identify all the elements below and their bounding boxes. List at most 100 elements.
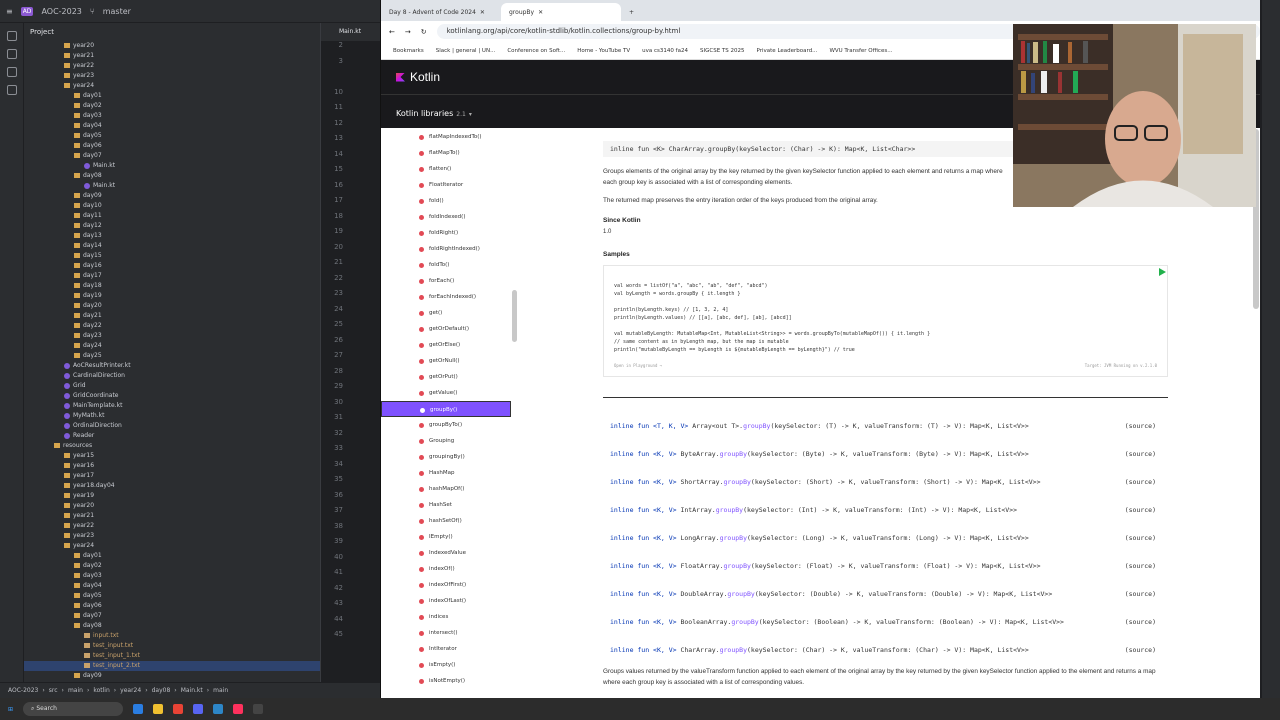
tree-item[interactable]: MyMath.kt (24, 411, 320, 421)
close-icon[interactable]: ✕ (538, 9, 543, 16)
breadcrumb-item[interactable]: main (213, 687, 228, 694)
sig-function-link[interactable]: groupBy (727, 590, 754, 598)
tree-item[interactable]: day16 (24, 261, 320, 271)
tree-item[interactable]: test_input.txt (24, 641, 320, 651)
nav-item[interactable]: forEachIndexed() (381, 289, 511, 305)
sig-function-link[interactable]: groupBy (720, 534, 747, 542)
tree-item[interactable]: Grid (24, 381, 320, 391)
browser-tab-aoc[interactable]: Day 8 - Advent of Code 2024 ✕ (381, 3, 501, 21)
back-icon[interactable]: ← (389, 28, 395, 36)
nav-item[interactable]: fold() (381, 193, 511, 209)
nav-item[interactable]: HashSet (381, 497, 511, 513)
tree-item[interactable]: input.txt (24, 631, 320, 641)
bookmark-item[interactable]: WVU Transfer Offices... (829, 48, 892, 54)
nav-item[interactable]: foldRightIndexed() (381, 241, 511, 257)
tree-item[interactable]: AoCResultPrinter.kt (24, 361, 320, 371)
tree-item[interactable]: day01 (24, 91, 320, 101)
tree-item[interactable]: year15 (24, 451, 320, 461)
nav-item[interactable]: IntIterator (381, 641, 511, 657)
source-link[interactable]: (source) (1125, 478, 1156, 486)
project-name[interactable]: AOC-2023 (41, 7, 81, 16)
tree-item[interactable]: day11 (24, 211, 320, 221)
nav-item[interactable]: indexOfFirst() (381, 577, 511, 593)
nav-item[interactable]: foldTo() (381, 257, 511, 273)
section-title[interactable]: Kotlin libraries (396, 109, 453, 118)
tree-item[interactable]: day02 (24, 101, 320, 111)
tree-item[interactable]: test_input_2.txt (24, 661, 320, 671)
bookmark-item[interactable]: Slack | general | UN... (436, 48, 496, 54)
source-link[interactable]: (source) (1125, 506, 1156, 514)
browser-tab-groupby[interactable]: groupBy ✕ (501, 3, 621, 21)
sig-function-link[interactable]: groupBy (724, 562, 751, 570)
tree-item[interactable]: day22 (24, 321, 320, 331)
breadcrumb-item[interactable]: main (68, 687, 83, 694)
tree-item[interactable]: day08 (24, 171, 320, 181)
tree-item[interactable]: day09 (24, 191, 320, 201)
commit-tool-icon[interactable] (7, 49, 17, 59)
tree-item[interactable]: Main.kt (24, 161, 320, 171)
nav-item[interactable]: forEach() (381, 273, 511, 289)
tree-item[interactable]: year21 (24, 51, 320, 61)
structure-tool-icon[interactable] (7, 67, 17, 77)
nav-item[interactable]: flatMapIndexedTo() (381, 129, 511, 145)
nav-item[interactable]: isEmpty() (381, 657, 511, 673)
bookmark-item[interactable]: Bookmarks (393, 48, 424, 54)
new-tab-icon[interactable]: + (621, 4, 642, 21)
nav-item[interactable]: hashMapOf() (381, 481, 511, 497)
tree-item[interactable]: Main.kt (24, 181, 320, 191)
more-tools-icon[interactable] (7, 85, 17, 95)
bookmark-item[interactable]: Private Leaderboard... (757, 48, 818, 54)
nav-item[interactable]: IEmpty() (381, 529, 511, 545)
nav-item[interactable]: foldIndexed() (381, 209, 511, 225)
chevron-down-icon[interactable]: ▾ (469, 111, 472, 118)
nav-item[interactable]: HashMap (381, 465, 511, 481)
source-link[interactable]: (source) (1125, 422, 1156, 430)
editor-tab[interactable]: Main.kt (321, 23, 380, 41)
source-link[interactable]: (source) (1125, 450, 1156, 458)
tree-item[interactable]: year20 (24, 501, 320, 511)
nav-scrollbar[interactable] (512, 290, 517, 342)
tree-item[interactable]: day25 (24, 351, 320, 361)
sig-function-link[interactable]: groupBy (731, 618, 758, 626)
version-selector[interactable]: 2.1 (456, 111, 466, 118)
nav-item[interactable]: hashSetOf() (381, 513, 511, 529)
breadcrumb-item[interactable]: kotlin (93, 687, 109, 694)
bookmark-item[interactable]: Conference on Soft... (507, 48, 565, 54)
sig-function-link[interactable]: groupBy (720, 450, 747, 458)
nav-item[interactable]: getOrElse() (381, 337, 511, 353)
tree-item[interactable]: GridCoordinate (24, 391, 320, 401)
tree-item[interactable]: year21 (24, 511, 320, 521)
tree-item[interactable]: day12 (24, 221, 320, 231)
sig-function-link[interactable]: groupBy (720, 646, 747, 654)
tree-item[interactable]: year20 (24, 41, 320, 51)
bookmark-item[interactable]: SIGCSE TS 2025 (700, 48, 745, 54)
nav-item[interactable]: groupBy() (381, 401, 511, 417)
tree-item[interactable]: year23 (24, 531, 320, 541)
nav-item[interactable]: IndexedValue (381, 545, 511, 561)
tree-item[interactable]: year19 (24, 491, 320, 501)
nav-item[interactable]: flatten() (381, 161, 511, 177)
tree-item[interactable]: year22 (24, 61, 320, 71)
code-editor[interactable]: Main.kt 2 3 10 11 12 13 14 15 16 17 18 19 20 21 22 23 24… (320, 23, 380, 698)
vscode-icon[interactable] (213, 704, 224, 714)
breadcrumb-item[interactable]: year24 (120, 687, 141, 694)
source-link[interactable]: (source) (1125, 646, 1156, 654)
sig-function-link[interactable]: groupBy (716, 506, 743, 514)
tree-item[interactable]: day08 (24, 621, 320, 631)
run-icon[interactable] (1159, 268, 1166, 276)
tree-item[interactable]: day04 (24, 581, 320, 591)
nav-item[interactable]: FloatIterator (381, 177, 511, 193)
source-link[interactable]: (source) (1125, 534, 1156, 542)
tree-item[interactable]: day10 (24, 201, 320, 211)
kotlin-logo-text[interactable]: Kotlin (410, 70, 440, 84)
tree-item[interactable]: day01 (24, 551, 320, 561)
nav-item[interactable]: Grouping (381, 433, 511, 449)
nav-item[interactable]: groupingBy() (381, 449, 511, 465)
tree-item[interactable]: day02 (24, 561, 320, 571)
tree-item[interactable]: day04 (24, 121, 320, 131)
tree-item[interactable]: day21 (24, 311, 320, 321)
tree-item[interactable]: day05 (24, 131, 320, 141)
tree-item[interactable]: day24 (24, 341, 320, 351)
breadcrumb-item[interactable]: day08 (152, 687, 171, 694)
tree-item[interactable]: day20 (24, 301, 320, 311)
